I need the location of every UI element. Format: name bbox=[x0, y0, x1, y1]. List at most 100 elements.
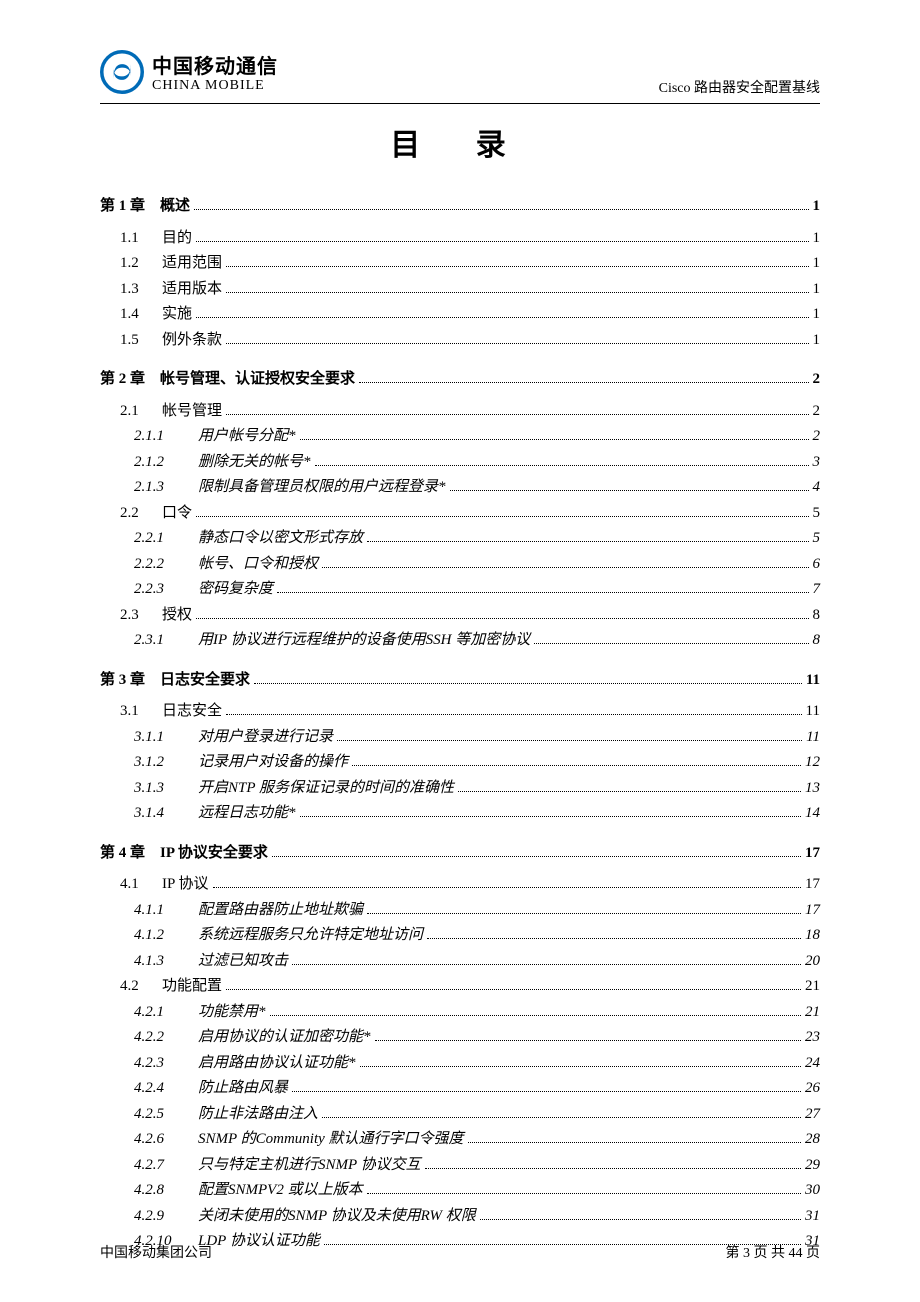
toc-leader-dots bbox=[359, 382, 808, 383]
toc-entry[interactable]: 2.1.2 删除无关的帐号* 3 bbox=[134, 450, 820, 476]
toc-entry-number: 4.2 bbox=[120, 974, 156, 1000]
toc-entry[interactable]: 4.2.3启用路由协议认证功能*24 bbox=[134, 1051, 820, 1077]
toc-entry-number: 2.1.2 bbox=[134, 450, 184, 476]
toc-entry[interactable]: 4.1.3过滤已知攻击20 bbox=[134, 949, 820, 975]
toc-leader-dots bbox=[226, 989, 801, 990]
toc-leader-dots bbox=[375, 1040, 801, 1041]
toc-entry-label: 防止非法路由注入 bbox=[198, 1102, 318, 1128]
toc-entry[interactable]: 第 3 章日志安全要求11 bbox=[100, 668, 820, 694]
toc-entry[interactable]: 4.2功能配置 21 bbox=[120, 974, 820, 1000]
toc-entry-label: 配置路由器防止地址欺骗 bbox=[198, 898, 363, 924]
toc-entry-page: 3 bbox=[813, 450, 821, 476]
toc-entry[interactable]: 1.1目的1 bbox=[120, 226, 820, 252]
toc-entry[interactable]: 1.3适用版本1 bbox=[120, 277, 820, 303]
toc-entry-label: IP 协议安全要求 bbox=[160, 841, 268, 867]
toc-entry-page: 23 bbox=[805, 1025, 820, 1051]
toc-entry[interactable]: 2.3授权8 bbox=[120, 603, 820, 629]
toc-entry[interactable]: 3.1.2记录用户对设备的操作12 bbox=[134, 750, 820, 776]
logo-cn: 中国移动通信 bbox=[152, 56, 278, 78]
toc-entry-page: 26 bbox=[805, 1076, 820, 1102]
toc-entry-label: 配置SNMPV2 或以上版本 bbox=[198, 1178, 363, 1204]
toc-entry[interactable]: 4.1IP 协议17 bbox=[120, 872, 820, 898]
toc-entry-number: 3.1.3 bbox=[134, 776, 184, 802]
toc-entry[interactable]: 1.4实施1 bbox=[120, 302, 820, 328]
toc-entry[interactable]: 2.2口令5 bbox=[120, 501, 820, 527]
toc-leader-dots bbox=[450, 490, 809, 491]
toc-entry[interactable]: 2.2.1静态口令以密文形式存放5 bbox=[134, 526, 820, 552]
toc-entry[interactable]: 4.2.6SNMP 的Community 默认通行字口令强度28 bbox=[134, 1127, 820, 1153]
toc-leader-dots bbox=[427, 938, 801, 939]
toc-entry[interactable]: 3.1日志安全 11 bbox=[120, 699, 820, 725]
toc-entry-label: 日志安全 bbox=[162, 699, 222, 725]
toc-leader-dots bbox=[226, 292, 808, 293]
toc-entry-number: 第 4 章 bbox=[100, 841, 154, 867]
toc-entry[interactable]: 第 1 章概述1 bbox=[100, 194, 820, 220]
toc-entry-page: 21 bbox=[805, 974, 820, 1000]
toc-entry-number: 4.2.6 bbox=[134, 1127, 184, 1153]
toc-entry-number: 2.2.2 bbox=[134, 552, 184, 578]
toc-entry[interactable]: 1.2适用范围1 bbox=[120, 251, 820, 277]
toc-entry[interactable]: 4.1.2系统远程服务只允许特定地址访问18 bbox=[134, 923, 820, 949]
toc-entry[interactable]: 4.2.9关闭未使用的SNMP 协议及未使用RW 权限31 bbox=[134, 1204, 820, 1230]
toc-entry-number: 3.1.4 bbox=[134, 801, 184, 827]
toc-leader-dots bbox=[226, 714, 802, 715]
toc-entry[interactable]: 3.1.1对用户登录进行记录11 bbox=[134, 725, 820, 751]
toc-entry[interactable]: 3.1.3开启NTP 服务保证记录的时间的准确性13 bbox=[134, 776, 820, 802]
toc-entry[interactable]: 4.2.1功能禁用*21 bbox=[134, 1000, 820, 1026]
logo-block: 中国移动通信 CHINA MOBILE bbox=[100, 50, 278, 99]
toc-leader-dots bbox=[315, 465, 809, 466]
toc-entry[interactable]: 2.3.1用IP 协议进行远程维护的设备使用SSH 等加密协议8 bbox=[134, 628, 820, 654]
toc-entry-label: 静态口令以密文形式存放 bbox=[198, 526, 363, 552]
toc-entry[interactable]: 2.1帐号管理2 bbox=[120, 399, 820, 425]
toc-entry-label: 例外条款 bbox=[162, 328, 222, 354]
toc-entry-number: 1.1 bbox=[120, 226, 156, 252]
toc-entry-number: 4.2.5 bbox=[134, 1102, 184, 1128]
toc-entry-number: 4.2.9 bbox=[134, 1204, 184, 1230]
toc-entry[interactable]: 4.2.7只与特定主机进行SNMP 协议交互29 bbox=[134, 1153, 820, 1179]
toc-entry[interactable]: 1.5例外条款1 bbox=[120, 328, 820, 354]
toc-entry-page: 31 bbox=[805, 1204, 820, 1230]
toc-entry[interactable]: 2.1.3限制具备管理员权限的用户远程登录*4 bbox=[134, 475, 820, 501]
toc-leader-dots bbox=[367, 913, 801, 914]
toc-entry-number: 第 3 章 bbox=[100, 668, 154, 694]
toc-entry[interactable]: 4.2.8配置SNMPV2 或以上版本30 bbox=[134, 1178, 820, 1204]
toc-entry-label: 适用范围 bbox=[162, 251, 222, 277]
toc-entry-number: 3.1 bbox=[120, 699, 156, 725]
toc-entry-number: 4.1.1 bbox=[134, 898, 184, 924]
toc-leader-dots bbox=[300, 439, 809, 440]
toc-entry-label: 远程日志功能* bbox=[198, 801, 296, 827]
toc-entry[interactable]: 3.1.4 远程日志功能* 14 bbox=[134, 801, 820, 827]
toc-entry-page: 17 bbox=[805, 898, 820, 924]
toc-entry-page: 11 bbox=[806, 699, 820, 725]
toc-entry-page: 12 bbox=[805, 750, 820, 776]
toc-entry[interactable]: 2.2.2帐号、口令和授权6 bbox=[134, 552, 820, 578]
china-mobile-logo-icon bbox=[100, 50, 144, 99]
toc-leader-dots bbox=[367, 541, 808, 542]
toc-entry[interactable]: 2.2.3密码复杂度7 bbox=[134, 577, 820, 603]
toc-entry[interactable]: 4.2.4防止路由风暴26 bbox=[134, 1076, 820, 1102]
toc-entry-page: 1 bbox=[813, 194, 821, 220]
toc-entry-label: 删除无关的帐号* bbox=[198, 450, 311, 476]
toc-entry-page: 14 bbox=[805, 801, 820, 827]
toc-entry-page: 11 bbox=[806, 725, 820, 751]
toc-entry-number: 2.2.3 bbox=[134, 577, 184, 603]
toc-entry-number: 1.2 bbox=[120, 251, 156, 277]
toc-entry-label: 过滤已知攻击 bbox=[198, 949, 288, 975]
toc-entry-label: 记录用户对设备的操作 bbox=[198, 750, 348, 776]
toc-entry-number: 4.2.2 bbox=[134, 1025, 184, 1051]
toc-entry-label: 功能配置 bbox=[162, 974, 222, 1000]
toc-entry-number: 1.4 bbox=[120, 302, 156, 328]
toc-entry-label: 帐号、口令和授权 bbox=[198, 552, 318, 578]
toc-leader-dots bbox=[196, 241, 808, 242]
toc-entry[interactable]: 4.2.2启用协议的认证加密功能*23 bbox=[134, 1025, 820, 1051]
toc-leader-dots bbox=[226, 414, 808, 415]
toc-entry[interactable]: 第 2 章帐号管理、认证授权安全要求2 bbox=[100, 367, 820, 393]
toc-entry-label: 用户帐号分配* bbox=[198, 424, 296, 450]
toc-entry[interactable]: 2.1.1用户帐号分配*2 bbox=[134, 424, 820, 450]
toc-entry[interactable]: 4.2.5防止非法路由注入27 bbox=[134, 1102, 820, 1128]
toc-entry[interactable]: 第 4 章IP 协议安全要求17 bbox=[100, 841, 820, 867]
logo-en: CHINA MOBILE bbox=[152, 78, 278, 93]
toc-entry-page: 2 bbox=[813, 367, 821, 393]
toc-entry-number: 4.2.8 bbox=[134, 1178, 184, 1204]
toc-entry[interactable]: 4.1.1 配置路由器防止地址欺骗 17 bbox=[134, 898, 820, 924]
